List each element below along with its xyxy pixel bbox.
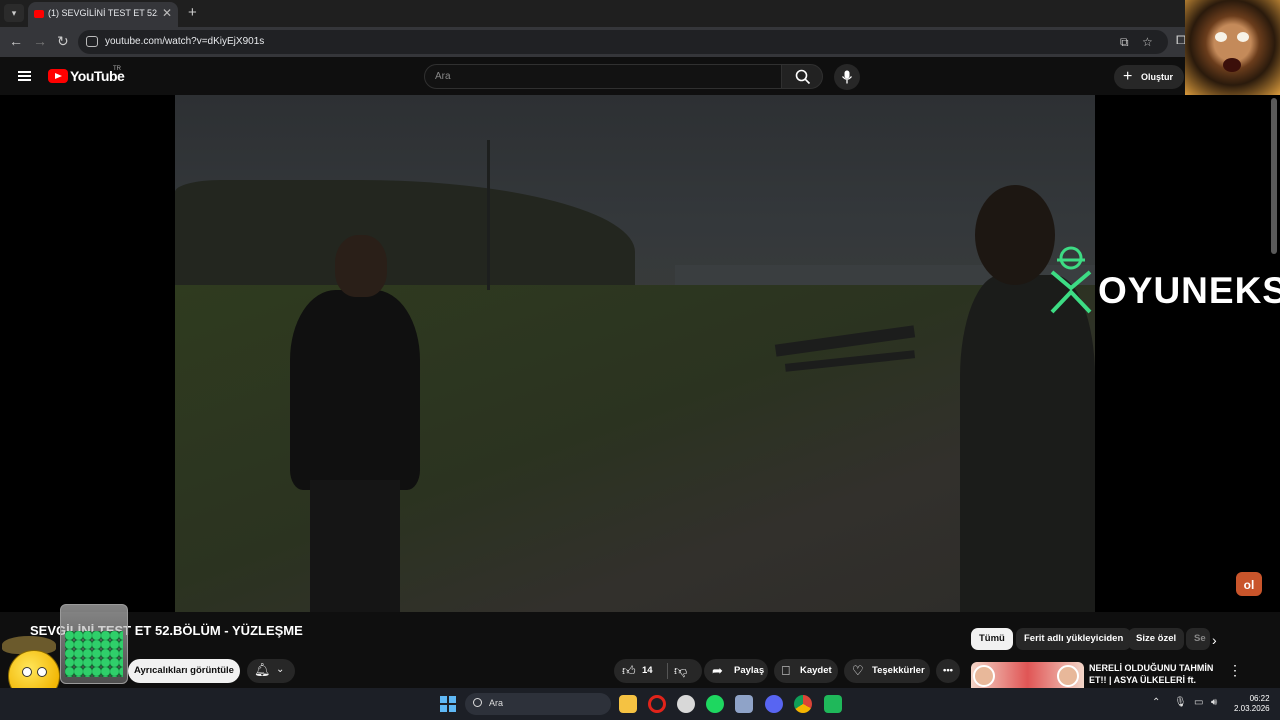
streamer-face-overlay [1185, 0, 1280, 95]
share-button[interactable]: ➦ Paylaş [704, 659, 768, 683]
chip-for-you[interactable]: Size özel [1128, 628, 1185, 650]
search-input[interactable]: Ara [424, 64, 782, 89]
bell-icon: 🔔︎ [254, 662, 271, 677]
browser-toolbar: ← → ↻ youtube.com/watch?v=dKiyEjX901s ⧉ … [0, 27, 1280, 57]
search-placeholder: Ara [435, 71, 451, 82]
youtube-header: YouTube TR Ara + Oluştur [0, 57, 1280, 95]
reload-icon[interactable]: ↻ [57, 33, 69, 50]
clock-time: 06:22 [1249, 694, 1270, 703]
chevron-right-icon[interactable]: › [1212, 632, 1217, 648]
taskbar-search-input[interactable]: Ara [465, 693, 611, 715]
share-label: Paylaş [734, 665, 765, 676]
channel-watermark-badge: ol [1236, 572, 1262, 596]
more-vertical-icon[interactable]: ⋮ [1228, 662, 1242, 679]
youtube-logo-icon[interactable] [48, 69, 68, 83]
opera-browser-icon[interactable] [648, 695, 666, 713]
voice-search-button[interactable] [834, 64, 860, 90]
recommended-video-thumbnail[interactable] [971, 662, 1084, 690]
like-count[interactable]: 14 [642, 659, 653, 683]
clock-date: 2.03.2026 [1234, 704, 1270, 713]
create-button[interactable]: + Oluştur [1114, 65, 1184, 89]
spotify-icon[interactable] [706, 695, 724, 713]
chip-all[interactable]: Tümü [971, 628, 1013, 650]
install-app-icon[interactable]: ⧉ [1120, 35, 1129, 50]
bookmark-icon: ⎕ [782, 663, 790, 678]
oyuneks-mascot-icon [1050, 246, 1092, 314]
like-dislike-group: 👍︎ 14 👎︎ [614, 659, 702, 683]
chevron-down-icon: ⌄ [276, 664, 285, 675]
windows-taskbar: Ara ⌃ 🎙︎ ▭ 🔊︎ 06:22 2.03.2026 [0, 688, 1280, 720]
network-icon[interactable]: ▭ [1194, 697, 1203, 708]
browser-tab-bar: ▾ (1) SEVGİLİNİ TEST ET 52.BÖLÜM ✕ + [0, 0, 1280, 27]
chip-truncated[interactable]: Se [1186, 628, 1210, 650]
game-launcher-icon[interactable] [735, 695, 753, 713]
oyuneks-brand-text: OYUNEKS [1098, 270, 1280, 311]
like-icon[interactable]: 👍︎ [622, 659, 636, 683]
taskbar-search-placeholder: Ara [489, 698, 504, 708]
browser-tab[interactable]: (1) SEVGİLİNİ TEST ET 52.BÖLÜM ✕ [28, 2, 178, 27]
discord-icon[interactable] [765, 695, 783, 713]
back-arrow-icon[interactable]: ← [9, 33, 23, 49]
more-horizontal-icon: ••• [943, 665, 953, 676]
url-text[interactable]: youtube.com/watch?v=dKiyEjX901s [105, 36, 264, 47]
country-code: TR [113, 66, 121, 72]
address-bar[interactable]: youtube.com/watch?v=dKiyEjX901s ⧉ ☆ [78, 30, 1168, 54]
video-info-section: SEVGİLİNİ TEST ET 52.BÖLÜM - YÜZLEŞME Ay… [0, 604, 1280, 702]
screen: ▾ (1) SEVGİLİNİ TEST ET 52.BÖLÜM ✕ + ← →… [0, 0, 1280, 720]
share-icon: ➦ [712, 663, 723, 678]
thanks-button[interactable]: ♡ Teşekkürler [844, 659, 930, 683]
dislike-icon[interactable]: 👎︎ [674, 659, 687, 683]
chevron-up-icon[interactable]: ⌃ [1152, 697, 1160, 708]
chip-from-uploader[interactable]: Ferit adlı yükleyiciden [1016, 628, 1132, 650]
save-button[interactable]: ⎕ Kaydet [774, 659, 838, 683]
search-icon [473, 698, 482, 707]
clock[interactable]: 06:22 2.03.2026 [1234, 694, 1270, 714]
search-icon [795, 69, 811, 85]
search-button[interactable] [781, 64, 823, 89]
page-scrollbar[interactable] [1271, 98, 1277, 254]
video-frame[interactable] [175, 95, 1095, 612]
site-info-icon[interactable] [86, 36, 98, 47]
steam-icon[interactable] [677, 695, 695, 713]
notification-button[interactable]: 🔔︎ ⌄ [247, 659, 295, 683]
thanks-label: Teşekkürler [872, 665, 925, 676]
save-label: Kaydet [800, 665, 832, 676]
plus-icon: + [1123, 68, 1133, 85]
volume-icon[interactable]: 🔊︎ [1211, 697, 1217, 708]
windows-start-icon[interactable] [440, 696, 456, 712]
menu-icon[interactable] [18, 71, 31, 81]
coin-jar-sticker [60, 604, 128, 684]
file-explorer-icon[interactable] [619, 695, 637, 713]
create-label: Oluştur [1141, 72, 1174, 82]
new-tab-button[interactable]: + [188, 4, 197, 21]
chrome-icon[interactable] [794, 695, 812, 713]
whatsapp-icon[interactable] [824, 695, 842, 713]
microphone-icon[interactable]: 🎙︎ [1174, 697, 1187, 708]
view-perks-label: Ayrıcalıkları görüntüle [134, 665, 234, 676]
close-tab-icon[interactable]: ✕ [162, 6, 172, 20]
bookmark-star-icon[interactable]: ☆ [1142, 35, 1153, 49]
super-thanks-icon: ♡ [852, 663, 864, 678]
forward-arrow-icon[interactable]: → [33, 33, 47, 49]
more-actions-button[interactable]: ••• [936, 659, 960, 683]
view-perks-button[interactable]: Ayrıcalıkları görüntüle [128, 659, 240, 683]
video-player[interactable] [0, 95, 1280, 612]
microphone-icon [841, 70, 853, 84]
tab-title: (1) SEVGİLİNİ TEST ET 52.BÖLÜM [48, 8, 158, 18]
youtube-favicon-icon [34, 10, 44, 18]
chevron-down-icon[interactable]: ▾ [4, 4, 24, 22]
